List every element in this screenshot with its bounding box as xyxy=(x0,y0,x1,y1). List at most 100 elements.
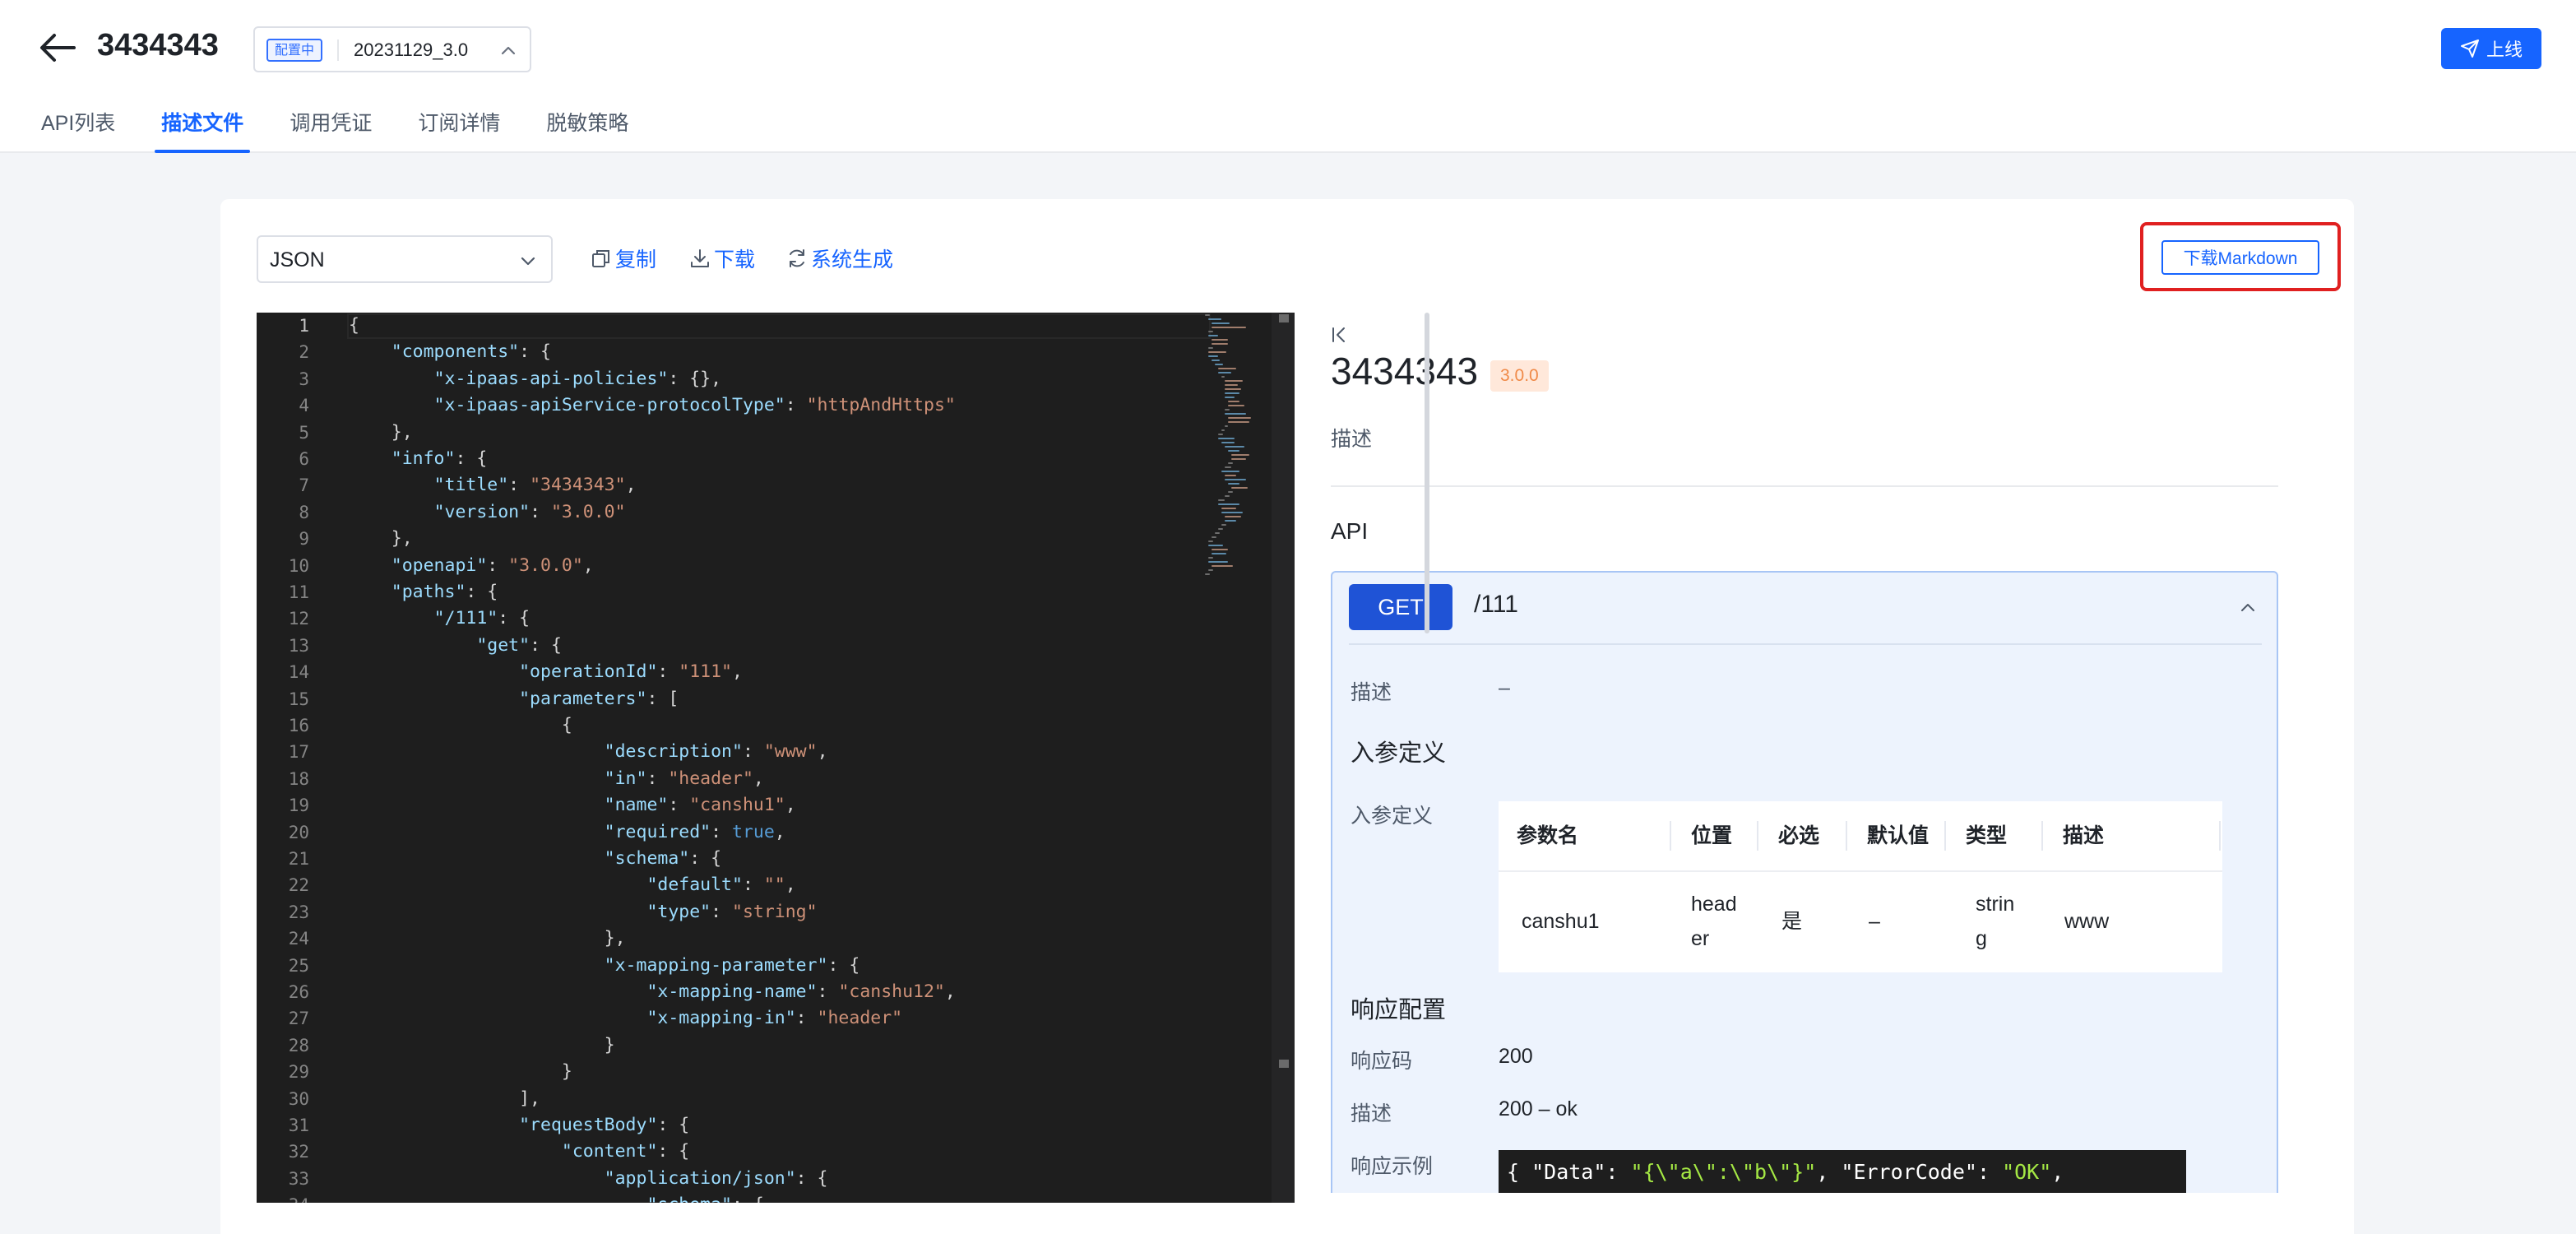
column-separator xyxy=(1944,821,1946,851)
code-line: }, xyxy=(349,421,413,443)
code-line: "x-ipaas-api-policies": {}, xyxy=(433,368,722,389)
tab-masking-policy[interactable]: 脱敏策略 xyxy=(546,110,628,153)
code-line: "title": "3434343", xyxy=(433,475,637,496)
code-line: { xyxy=(349,715,572,735)
line-number: 32 xyxy=(288,1142,309,1162)
scroll-marker xyxy=(1279,1060,1289,1068)
back-arrow-icon[interactable] xyxy=(38,31,76,64)
param-type-cell-cont: g xyxy=(1976,927,1987,950)
code-line: "parameters": [ xyxy=(519,688,679,709)
minimap[interactable] xyxy=(1202,313,1270,609)
code-line: "content": { xyxy=(561,1141,690,1162)
send-icon xyxy=(2460,39,2479,58)
params-heading: 入参定义 xyxy=(1351,740,1447,767)
line-number: 25 xyxy=(288,955,309,976)
code-line: }, xyxy=(349,928,626,949)
param-in-cell-cont: er xyxy=(1691,927,1710,950)
line-number: 34 xyxy=(257,1192,309,1203)
code-line: "required": true, xyxy=(604,821,785,842)
tab-api-list[interactable]: API列表 xyxy=(41,110,115,153)
code-line: "description": "www", xyxy=(604,741,828,763)
tab-description-file[interactable]: 描述文件 xyxy=(155,110,251,153)
response-desc-label: 描述 xyxy=(1351,1102,1392,1125)
response-heading: 响应配置 xyxy=(1351,997,1447,1023)
code-line: "x-mapping-name": "canshu12", xyxy=(646,981,956,1002)
line-number: 11 xyxy=(288,582,309,602)
tab-credentials[interactable]: 调用凭证 xyxy=(290,110,372,153)
editor-scrollbar[interactable] xyxy=(1272,313,1295,1203)
download-icon xyxy=(691,249,709,267)
chevron-up-icon[interactable] xyxy=(2237,597,2259,619)
param-type-cell: strin xyxy=(1976,893,2015,916)
code-editor[interactable]: 1 2 3 4 5 6 7 8 9 10 11 12 13 14 15 16 17 18 19 20 21 22 23 24 2… xyxy=(257,313,1295,1203)
line-number: 27 xyxy=(288,1009,309,1029)
online-button-label: 上线 xyxy=(2486,39,2523,60)
line-number: 22 xyxy=(288,875,309,896)
divider xyxy=(1349,643,2262,645)
page-header: 3434343 配置中 20231129_3.0 上线 API列表 描述文件 调… xyxy=(0,0,2576,153)
system-generate-button[interactable]: 系统生成 xyxy=(786,244,893,273)
preview-description: 描述 xyxy=(1331,428,1373,451)
download-button[interactable]: 下载 xyxy=(689,244,755,273)
copy-label: 复制 xyxy=(615,248,657,271)
chevron-down-icon xyxy=(521,257,535,266)
format-select[interactable]: JSON xyxy=(257,235,553,283)
line-number: 16 xyxy=(288,716,309,735)
status-badge: 配置中 xyxy=(266,39,323,62)
code-line: "get": { xyxy=(476,634,562,656)
table-header-in: 位置 xyxy=(1691,824,1733,847)
code-line: } xyxy=(349,1061,572,1083)
line-number: 9 xyxy=(299,529,309,550)
line-number: 13 xyxy=(288,635,309,656)
api-section-heading: API xyxy=(1331,518,1369,544)
line-number: 24 xyxy=(288,929,309,949)
line-number: 5 xyxy=(299,422,309,443)
code-line: "components": { xyxy=(391,341,551,363)
params-table: 参数名 位置 必选 默认值 类型 描述 canshu1 head er 是 – … xyxy=(1499,801,2222,972)
table-divider xyxy=(1499,870,2222,872)
line-number: 29 xyxy=(288,1062,309,1083)
line-number: 31 xyxy=(288,1116,309,1135)
line-number: 1 xyxy=(299,316,309,336)
download-markdown-button[interactable]: 下载Markdown xyxy=(2161,240,2319,275)
tab-subscriptions[interactable]: 订阅详情 xyxy=(418,110,500,153)
operation-desc-label: 描述 xyxy=(1351,681,1392,704)
column-separator xyxy=(1846,821,1847,851)
line-number: 33 xyxy=(288,1168,309,1189)
table-header-required: 必选 xyxy=(1778,824,1820,847)
preview-panel: 3434343 3.0.0 描述 API GET /111 描述 – 入参定义 … xyxy=(1327,313,2323,1193)
online-button[interactable]: 上线 xyxy=(2441,28,2541,69)
code-content: { "components": { "x-ipaas-api-policies"… xyxy=(349,313,1171,1203)
param-name-cell: canshu1 xyxy=(1522,910,1600,933)
refresh-icon xyxy=(790,249,804,267)
line-number: 23 xyxy=(288,902,309,922)
table-header-default: 默认值 xyxy=(1867,824,1930,847)
code-line: "in": "header", xyxy=(604,768,764,789)
code-line: "operationId": "111", xyxy=(519,661,743,683)
code-line: "name": "canshu1", xyxy=(604,795,796,816)
version-divider xyxy=(337,39,339,61)
code-line: "x-mapping-parameter": { xyxy=(604,954,860,976)
code-line: "info": { xyxy=(391,448,488,469)
response-code-value: 200 xyxy=(1499,1045,1533,1068)
response-code-label: 响应码 xyxy=(1351,1050,1413,1073)
code-line: "default": "", xyxy=(646,874,796,896)
copy-button[interactable]: 复制 xyxy=(591,244,656,273)
operation-desc-value: – xyxy=(1499,676,1510,699)
api-path: /111 xyxy=(1474,591,1518,618)
code-line: "schema": { xyxy=(349,1192,763,1203)
table-header-desc: 描述 xyxy=(2063,824,2105,847)
response-example-label: 响应示例 xyxy=(1351,1155,1434,1178)
version-select[interactable]: 配置中 20231129_3.0 xyxy=(253,26,531,72)
preview-scrollbar[interactable] xyxy=(1423,313,1431,633)
line-number: 28 xyxy=(288,1035,309,1055)
line-number: 14 xyxy=(288,662,309,683)
main-card: JSON 复制 下载 系统生成 下载Markdown 1 2 3 4 5 6 7 8 9 10 11… xyxy=(220,199,2354,1234)
code-line: "requestBody": { xyxy=(519,1115,690,1135)
chevron-up-icon xyxy=(501,46,516,55)
collapse-left-icon[interactable] xyxy=(1329,324,1351,346)
table-header-type: 类型 xyxy=(1966,824,2008,847)
page-title: 3434343 xyxy=(97,28,219,63)
line-number: 10 xyxy=(288,555,309,576)
line-number: 3 xyxy=(299,369,309,389)
